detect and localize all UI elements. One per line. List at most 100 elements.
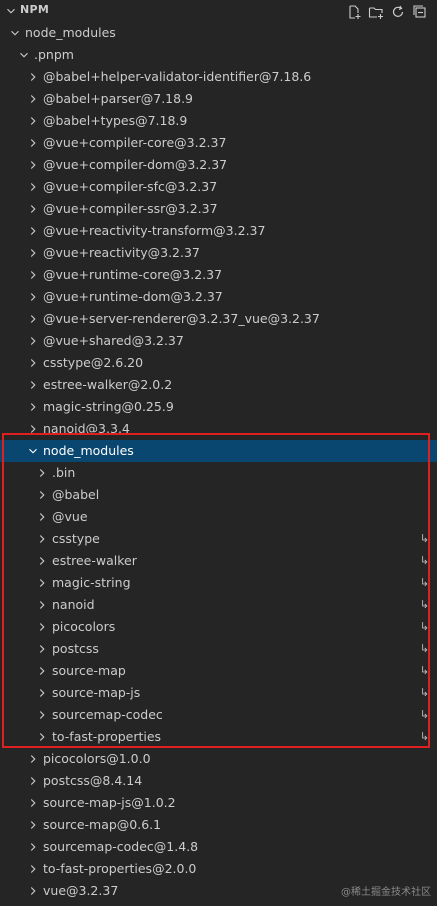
tree-item[interactable]: sourcemap-codec ↳ bbox=[0, 704, 437, 726]
tree-item[interactable]: postcss ↳ bbox=[0, 638, 437, 660]
tree-item[interactable]: .bin bbox=[0, 462, 437, 484]
chevron-right-icon bbox=[39, 601, 45, 609]
tree-item[interactable]: to-fast-properties ↳ bbox=[0, 726, 437, 748]
tree-item[interactable]: to-fast-properties@2.0.0 bbox=[0, 858, 437, 880]
new-folder-icon[interactable] bbox=[367, 3, 385, 21]
tree-item-label: node_modules bbox=[43, 443, 134, 458]
tree-item[interactable]: magic-string ↳ bbox=[0, 572, 437, 594]
tree-item-label: .pnpm bbox=[34, 47, 74, 62]
tree-item-label: magic-string@0.25.9 bbox=[43, 399, 174, 414]
chevron-down-icon bbox=[11, 30, 19, 36]
tree-item[interactable]: source-map@0.6.1 bbox=[0, 814, 437, 836]
symlink-icon: ↳ bbox=[419, 532, 429, 545]
tree-item[interactable]: picocolors ↳ bbox=[0, 616, 437, 638]
tree-item[interactable]: @vue+reactivity-transform@3.2.37 bbox=[0, 220, 437, 242]
chevron-right-icon bbox=[30, 293, 36, 301]
tree-item-label: estree-walker@2.0.2 bbox=[43, 377, 173, 392]
chevron-right-icon bbox=[39, 689, 45, 697]
chevron-right-icon bbox=[39, 711, 45, 719]
tree-item[interactable]: csstype@2.6.20 bbox=[0, 352, 437, 374]
tree-item[interactable]: node_modules bbox=[0, 22, 437, 44]
chevron-right-icon bbox=[39, 733, 45, 741]
symlink-icon: ↳ bbox=[419, 686, 429, 699]
header-actions bbox=[345, 3, 429, 21]
tree-item[interactable]: @babel bbox=[0, 484, 437, 506]
tree-item[interactable]: @babel+helper-validator-identifier@7.18.… bbox=[0, 66, 437, 88]
chevron-right-icon bbox=[30, 403, 36, 411]
tree-item-label: @vue+compiler-sfc@3.2.37 bbox=[43, 179, 218, 194]
tree-item[interactable]: source-map ↳ bbox=[0, 660, 437, 682]
tree-item-label: @babel+parser@7.18.9 bbox=[43, 91, 193, 106]
tree-item[interactable]: @vue+reactivity@3.2.37 bbox=[0, 242, 437, 264]
tree-item[interactable]: sourcemap-codec@1.4.8 bbox=[0, 836, 437, 858]
chevron-right-icon bbox=[39, 469, 45, 477]
tree-item[interactable]: source-map-js@1.0.2 bbox=[0, 792, 437, 814]
chevron-right-icon bbox=[30, 227, 36, 235]
chevron-right-icon bbox=[39, 535, 45, 543]
tree-item[interactable]: @babel+types@7.18.9 bbox=[0, 110, 437, 132]
collapse-all-icon[interactable] bbox=[411, 3, 429, 21]
chevron-right-icon bbox=[30, 887, 36, 895]
tree-item-label: nanoid@3.3.4 bbox=[43, 421, 130, 436]
chevron-right-icon bbox=[30, 271, 36, 279]
chevron-right-icon bbox=[30, 381, 36, 389]
tree-item[interactable]: @vue+compiler-core@3.2.37 bbox=[0, 132, 437, 154]
tree-item[interactable]: @babel+parser@7.18.9 bbox=[0, 88, 437, 110]
chevron-right-icon bbox=[30, 249, 36, 257]
tree-item-label: picocolors bbox=[52, 619, 116, 634]
tree-item-label: source-map-js@1.0.2 bbox=[43, 795, 176, 810]
chevron-right-icon bbox=[30, 315, 36, 323]
tree-item[interactable]: @vue+compiler-ssr@3.2.37 bbox=[0, 198, 437, 220]
tree-item-label: @vue+reactivity@3.2.37 bbox=[43, 245, 200, 260]
tree-item-label: @vue bbox=[52, 509, 88, 524]
tree-item[interactable]: nanoid@3.3.4 bbox=[0, 418, 437, 440]
tree-item-label: @vue+server-renderer@3.2.37_vue@3.2.37 bbox=[43, 311, 320, 326]
tree-item[interactable]: csstype ↳ bbox=[0, 528, 437, 550]
tree-item[interactable]: postcss@8.4.14 bbox=[0, 770, 437, 792]
chevron-right-icon bbox=[30, 821, 36, 829]
tree-item[interactable]: estree-walker@2.0.2 bbox=[0, 374, 437, 396]
tree-item-label: @babel+helper-validator-identifier@7.18.… bbox=[43, 69, 312, 84]
chevron-right-icon bbox=[39, 579, 45, 587]
tree-item[interactable]: picocolors@1.0.0 bbox=[0, 748, 437, 770]
refresh-icon[interactable] bbox=[389, 3, 407, 21]
chevron-right-icon bbox=[30, 337, 36, 345]
tree-item[interactable]: magic-string@0.25.9 bbox=[0, 396, 437, 418]
chevron-down-icon bbox=[20, 52, 28, 58]
tree-item-label: to-fast-properties bbox=[52, 729, 162, 744]
tree-item[interactable]: @vue+runtime-core@3.2.37 bbox=[0, 264, 437, 286]
tree-item[interactable]: .pnpm bbox=[0, 44, 437, 66]
tree-item-label: @vue+compiler-core@3.2.37 bbox=[43, 135, 227, 150]
tree-item[interactable]: nanoid ↳ bbox=[0, 594, 437, 616]
chevron-right-icon bbox=[30, 799, 36, 807]
chevron-right-icon bbox=[39, 513, 45, 521]
tree-item[interactable]: @vue bbox=[0, 506, 437, 528]
tree-item-label: picocolors@1.0.0 bbox=[43, 751, 151, 766]
tree-item-label: csstype@2.6.20 bbox=[43, 355, 144, 370]
tree-item[interactable]: estree-walker ↳ bbox=[0, 550, 437, 572]
symlink-icon: ↳ bbox=[419, 708, 429, 721]
chevron-right-icon bbox=[30, 843, 36, 851]
new-file-icon[interactable] bbox=[345, 3, 363, 21]
chevron-right-icon bbox=[30, 161, 36, 169]
symlink-icon: ↳ bbox=[419, 598, 429, 611]
tree-item-label: @vue+reactivity-transform@3.2.37 bbox=[43, 223, 266, 238]
chevron-right-icon bbox=[30, 755, 36, 763]
tree-item-label: vue@3.2.37 bbox=[43, 883, 119, 898]
tree-item[interactable]: @vue+compiler-sfc@3.2.37 bbox=[0, 176, 437, 198]
chevron-right-icon bbox=[30, 777, 36, 785]
chevron-right-icon bbox=[30, 425, 36, 433]
tree-item[interactable]: @vue+server-renderer@3.2.37_vue@3.2.37 bbox=[0, 308, 437, 330]
tree-item[interactable]: node_modules bbox=[0, 440, 437, 462]
tree-item[interactable]: source-map-js ↳ bbox=[0, 682, 437, 704]
tree-item-label: magic-string bbox=[52, 575, 131, 590]
tree-item[interactable]: @vue+compiler-dom@3.2.37 bbox=[0, 154, 437, 176]
tree-item[interactable]: @vue+shared@3.2.37 bbox=[0, 330, 437, 352]
file-tree: node_modules .pnpm @babel+helper-validator… bbox=[0, 22, 437, 902]
chevron-right-icon bbox=[30, 95, 36, 103]
tree-item[interactable]: @vue+runtime-dom@3.2.37 bbox=[0, 286, 437, 308]
symlink-icon: ↳ bbox=[419, 554, 429, 567]
tree-item-label: @vue+runtime-core@3.2.37 bbox=[43, 267, 223, 282]
chevron-right-icon bbox=[39, 557, 45, 565]
tree-item-label: postcss bbox=[52, 641, 99, 656]
